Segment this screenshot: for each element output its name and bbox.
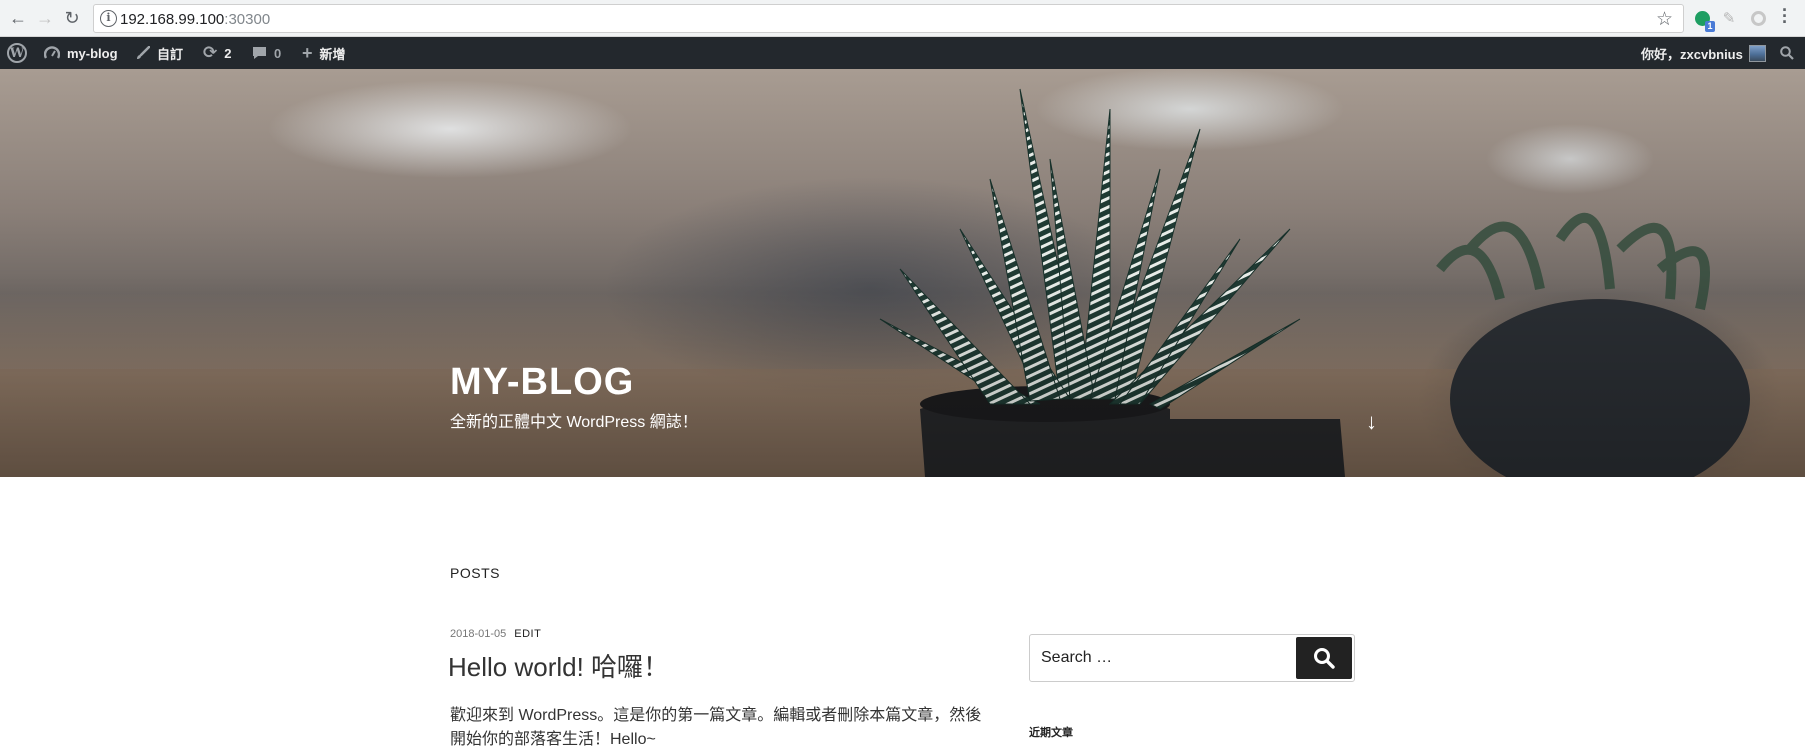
- search-icon: [1314, 648, 1335, 669]
- wp-admin-bar: W my-blog 自訂 ⟳ 2 0 + 新增 你好，zxcvbnius: [0, 37, 1805, 69]
- browser-toolbar: ← → ↻ i 192.168.99.100:30300 ☆ 1 ✎ · · ·: [0, 0, 1805, 37]
- site-name-label: my-blog: [67, 45, 118, 61]
- dashboard-icon: [44, 46, 60, 60]
- updates-icon: ⟳: [203, 43, 218, 62]
- arrow-down-icon[interactable]: ↓: [1366, 409, 1377, 435]
- admin-search-icon[interactable]: [1780, 37, 1794, 69]
- post-excerpt: 歡迎來到 WordPress。這是你的第一篇文章。編輯或者刪除本篇文章，然後開始…: [450, 707, 982, 748]
- site-title[interactable]: MY-BLOG: [450, 361, 634, 404]
- admin-updates[interactable]: ⟳ 2: [203, 37, 231, 69]
- brush-icon: [136, 46, 150, 60]
- admin-comments[interactable]: 0: [252, 37, 281, 69]
- extension-badge: 1: [1705, 20, 1715, 32]
- posts-heading: POSTS: [450, 565, 500, 581]
- reload-icon[interactable]: ↻: [60, 6, 84, 30]
- post-title[interactable]: Hello world! 哈囉！: [448, 647, 669, 684]
- info-icon[interactable]: i: [100, 10, 117, 27]
- greeting-label: 你好，zxcvbnius: [1641, 46, 1743, 62]
- pen-extension-icon[interactable]: ✎: [1720, 9, 1738, 27]
- wp-logo-icon[interactable]: W: [7, 37, 27, 69]
- admin-customize[interactable]: 自訂: [136, 37, 183, 69]
- star-icon[interactable]: ☆: [1656, 8, 1673, 31]
- back-icon[interactable]: ←: [6, 6, 30, 30]
- ring-extension-icon[interactable]: [1749, 9, 1767, 27]
- plus-icon: +: [302, 42, 313, 63]
- search-input[interactable]: [1030, 635, 1290, 681]
- comments-count: 0: [274, 45, 282, 61]
- comments-icon: [252, 46, 267, 60]
- admin-new[interactable]: + 新增: [302, 37, 346, 69]
- recent-posts-heading: 近期文章: [1029, 727, 1073, 739]
- search-form: [1029, 634, 1355, 682]
- updates-count: 2: [224, 45, 232, 61]
- url-port: :30300: [224, 11, 271, 28]
- post-date[interactable]: 2018-01-05: [450, 628, 506, 640]
- admin-account[interactable]: 你好，zxcvbnius: [1641, 37, 1766, 69]
- avatar: [1748, 44, 1766, 62]
- admin-site-name[interactable]: my-blog: [44, 37, 118, 69]
- post-meta: 2018-01-05 EDIT: [450, 628, 541, 640]
- extension-green-icon[interactable]: 1: [1693, 9, 1715, 32]
- customize-label: 自訂: [157, 46, 184, 62]
- header-hero-image: MY-BLOG 全新的正體中文 WordPress 網誌！ ↓: [0, 69, 1805, 477]
- address-bar[interactable]: i 192.168.99.100:30300 ☆: [93, 4, 1684, 33]
- url-host: 192.168.99.100: [120, 11, 225, 28]
- url-text[interactable]: 192.168.99.100:30300: [120, 11, 270, 28]
- menu-icon[interactable]: · · ·: [1780, 1, 1790, 31]
- edit-link[interactable]: EDIT: [514, 628, 541, 640]
- site-description: 全新的正體中文 WordPress 網誌！: [450, 414, 698, 431]
- forward-icon[interactable]: →: [33, 6, 57, 30]
- new-label: 新增: [319, 46, 346, 62]
- search-button[interactable]: [1296, 637, 1352, 679]
